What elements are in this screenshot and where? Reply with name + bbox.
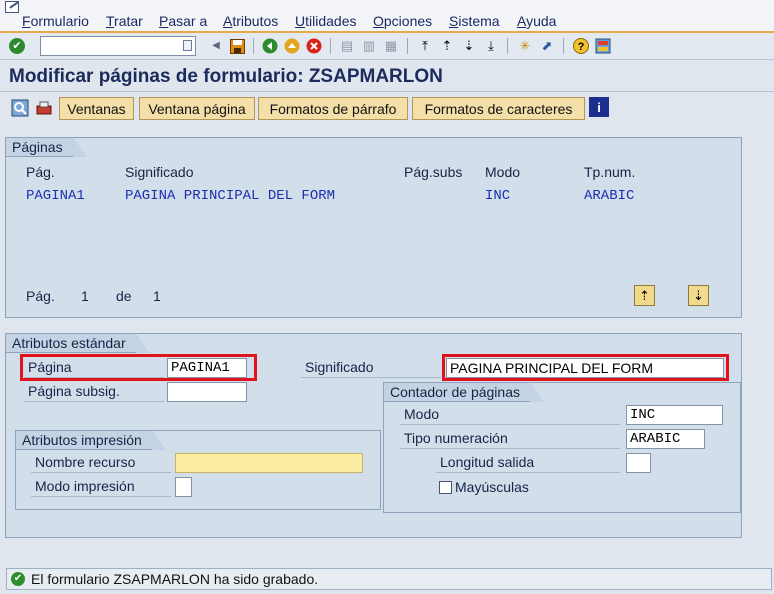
pager-label: Pág. (26, 288, 55, 304)
menu-atributos[interactable]: Atributos (223, 13, 278, 29)
command-history-icon[interactable] (183, 40, 192, 51)
longitud-salida-label: Longitud salida (436, 453, 620, 473)
atributos-impresion-group: Atributos impresión Nombre recurso Modo … (15, 430, 381, 510)
pagina-subsig-label: Página subsig. (24, 382, 164, 402)
highlight-pagina (20, 354, 257, 381)
formatos-caracteres-button[interactable]: Formatos de caracteres (412, 97, 585, 120)
create-session-icon[interactable]: ✳ (516, 37, 534, 55)
help-icon[interactable]: ? (572, 37, 590, 55)
contador-paginas-title: Contador de páginas (383, 382, 544, 402)
row-pag[interactable]: PAGINA1 (26, 188, 85, 204)
longitud-salida-field[interactable] (626, 453, 651, 473)
column-header-modo: Modo (485, 164, 521, 180)
row-significado[interactable]: PAGINA PRINCIPAL DEL FORM (125, 188, 335, 204)
modo-impresion-label: Modo impresión (31, 477, 171, 497)
column-header-pag: Pág. (26, 164, 55, 180)
significado-label: Significado (301, 358, 441, 378)
svg-text:?: ? (578, 41, 585, 53)
page-down-icon: ⇣ (693, 287, 704, 303)
modo-impresion-field[interactable] (175, 477, 192, 497)
first-page-icon[interactable]: ⤒ (416, 37, 434, 55)
menu-opciones[interactable]: Opciones (373, 13, 432, 29)
nombre-recurso-field[interactable] (175, 453, 363, 473)
back-icon[interactable] (261, 37, 279, 55)
cancel-icon[interactable] (305, 37, 323, 55)
save-icon[interactable] (228, 37, 246, 55)
layout-menu-icon[interactable] (594, 37, 612, 55)
page-down-button[interactable]: ⇣ (688, 285, 709, 306)
status-bar: ✔ El formulario ZSAPMARLON ha sido graba… (6, 568, 772, 590)
page-title: Modificar páginas de formulario: ZSAPMAR… (9, 66, 443, 87)
enter-check-icon[interactable]: ✔ (9, 38, 25, 54)
contador-paginas-group: Contador de páginas Modo INC Tipo numera… (383, 382, 741, 513)
column-header-tp-num: Tp.num. (584, 164, 636, 180)
paginas-group: Páginas Pág. Significado Pág.subs Modo T… (5, 137, 742, 318)
pagina-subsig-field[interactable] (167, 382, 247, 402)
display-change-icon[interactable] (9, 97, 31, 119)
shortcut-icon[interactable]: ⬈ (538, 37, 556, 55)
menu-sistema[interactable]: Sistema (449, 13, 500, 29)
system-menu-icon[interactable] (5, 1, 19, 13)
previous-page-icon[interactable]: ⇡ (438, 37, 456, 55)
pager-total: 1 (153, 288, 161, 304)
exit-icon[interactable] (283, 37, 301, 55)
next-page-icon[interactable]: ⇣ (460, 37, 478, 55)
info-icon[interactable]: i (589, 97, 609, 117)
application-toolbar: Ventanas Ventana página Formatos de párr… (0, 95, 774, 123)
status-message[interactable]: El formulario ZSAPMARLON ha sido grabado… (31, 571, 318, 587)
pager-of-label: de (116, 288, 132, 304)
print-icon[interactable]: ▤ (338, 37, 356, 55)
ventana-pagina-button[interactable]: Ventana página (139, 97, 255, 120)
highlight-significado (442, 354, 729, 381)
nombre-recurso-label: Nombre recurso (31, 453, 171, 473)
find-next-icon[interactable]: ▦ (382, 37, 400, 55)
menu-formulario[interactable]: Formulario (22, 13, 89, 29)
modo-field[interactable]: INC (626, 405, 723, 425)
atributos-estandar-title: Atributos estándar (5, 333, 150, 353)
menu-pasar-a[interactable]: Pasar a (159, 13, 207, 29)
menu-bar: Formulario Tratar Pasar a Atributos Util… (0, 0, 774, 33)
other-object-icon[interactable] (33, 97, 55, 119)
modo-label: Modo (400, 405, 620, 425)
page-up-button[interactable]: ⇡ (634, 285, 655, 306)
success-check-icon: ✔ (11, 572, 25, 586)
last-page-icon[interactable]: ⤓ (482, 37, 500, 55)
command-field[interactable] (40, 36, 196, 56)
menu-utilidades[interactable]: Utilidades (295, 13, 357, 29)
paginas-group-title: Páginas (5, 137, 87, 157)
standard-toolbar: ✔ ◀ ▤ ▥ ▦ ⤒ ⇡ ⇣ ⤓ ✳ ⬈ ? (0, 33, 774, 60)
mayusculas-checkbox[interactable] (439, 481, 452, 494)
collapse-arrow-icon[interactable]: ◀ (207, 37, 225, 55)
atributos-impresion-title: Atributos impresión (15, 430, 166, 450)
page-up-icon: ⇡ (639, 287, 650, 303)
tipo-numeracion-field[interactable]: ARABIC (626, 429, 705, 449)
row-modo[interactable]: INC (485, 188, 510, 204)
tipo-numeracion-label: Tipo numeración (400, 429, 620, 449)
column-header-significado: Significado (125, 164, 194, 180)
find-icon[interactable]: ▥ (360, 37, 378, 55)
ventanas-button[interactable]: Ventanas (59, 97, 134, 120)
row-tp-num[interactable]: ARABIC (584, 188, 634, 204)
column-header-pag-subs: Pág.subs (404, 164, 463, 180)
menu-ayuda[interactable]: Ayuda (517, 13, 556, 29)
mayusculas-label: Mayúsculas (455, 479, 529, 495)
menu-tratar[interactable]: Tratar (106, 13, 143, 29)
formatos-parrafo-button[interactable]: Formatos de párrafo (258, 97, 408, 120)
pager-current: 1 (81, 288, 89, 304)
